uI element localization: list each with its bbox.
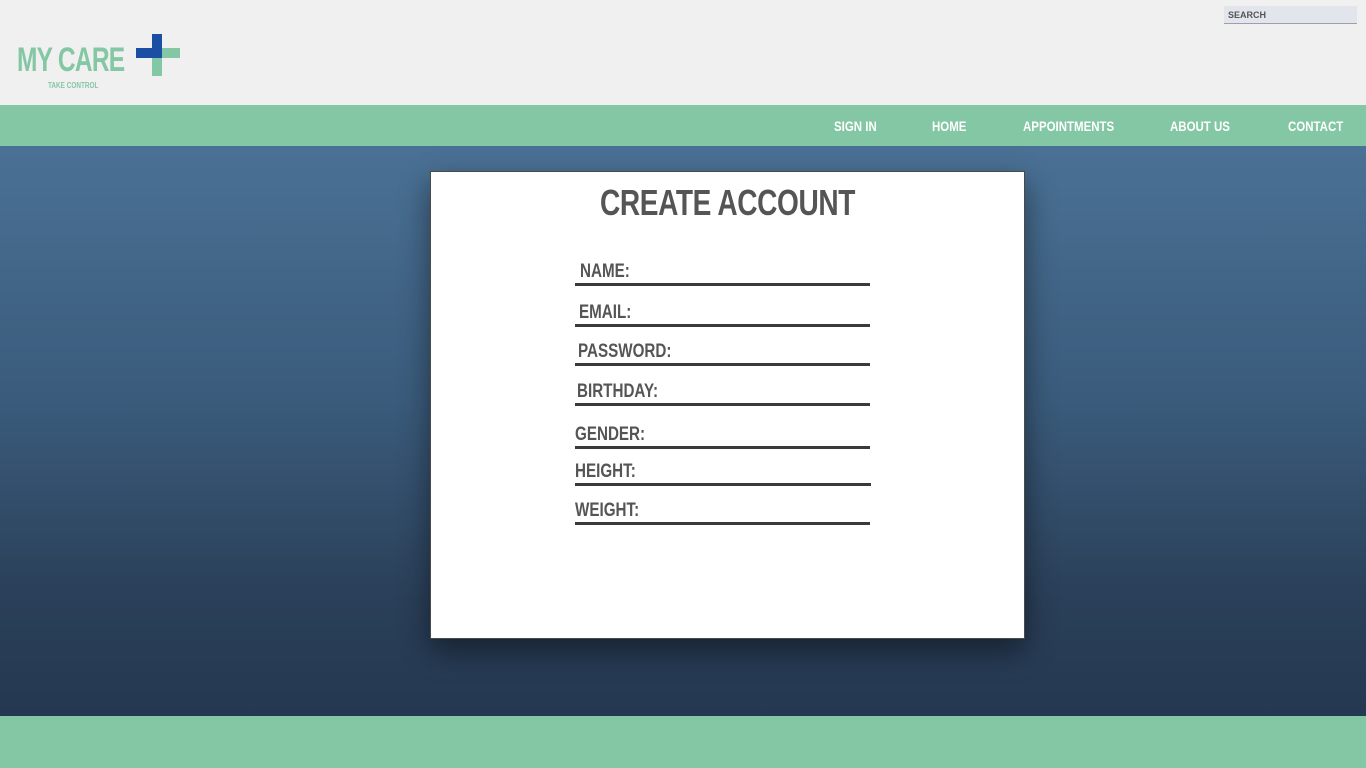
page-title-text: CREATE ACCOUNT	[599, 182, 856, 223]
search-input[interactable]	[1224, 6, 1357, 24]
medical-cross-icon	[136, 34, 180, 76]
name-label: NAME:	[580, 261, 630, 282]
nav-home[interactable]: HOME	[932, 105, 966, 146]
nav-about-us[interactable]: ABOUT US	[1170, 105, 1230, 146]
birthday-field[interactable]: BIRTHDAY:	[575, 376, 870, 406]
birthday-label: BIRTHDAY:	[577, 381, 659, 402]
create-account-card: CREATE ACCOUNT NAME: EMAIL: PASSWORD: BI…	[430, 171, 1025, 639]
name-field[interactable]: NAME:	[575, 256, 870, 286]
nav-sign-in[interactable]: SIGN IN	[834, 105, 877, 146]
email-label: EMAIL:	[579, 302, 632, 323]
password-field[interactable]: PASSWORD:	[575, 336, 870, 366]
email-field[interactable]: EMAIL:	[575, 297, 870, 327]
brand-tagline: TAKE CONTROL	[48, 81, 99, 90]
gender-field[interactable]: GENDER:	[575, 419, 870, 449]
brand-name[interactable]: MY CARE	[17, 40, 125, 80]
height-input[interactable]	[665, 459, 871, 483]
main-content: CREATE ACCOUNT NAME: EMAIL: PASSWORD: BI…	[0, 146, 1366, 716]
nav-contact[interactable]: CONTACT	[1288, 105, 1343, 146]
page-title: CREATE ACCOUNT	[431, 182, 1024, 224]
password-input[interactable]	[665, 339, 870, 363]
height-label: HEIGHT:	[575, 461, 636, 482]
footer	[0, 716, 1366, 768]
email-input[interactable]	[665, 300, 870, 324]
password-label: PASSWORD:	[578, 341, 672, 362]
nav-appointments[interactable]: APPOINTMENTS	[1023, 105, 1114, 146]
name-input[interactable]	[665, 259, 870, 283]
gender-input[interactable]	[665, 422, 870, 446]
weight-field[interactable]: WEIGHT:	[575, 495, 870, 525]
weight-label: WEIGHT:	[575, 500, 640, 521]
header: MY CARE TAKE CONTROL	[0, 0, 1366, 105]
weight-input[interactable]	[665, 498, 870, 522]
gender-label: GENDER:	[575, 424, 646, 445]
height-field[interactable]: HEIGHT:	[575, 456, 871, 486]
birthday-input[interactable]	[665, 379, 870, 403]
main-nav: SIGN IN HOME APPOINTMENTS ABOUT US CONTA…	[0, 105, 1366, 146]
